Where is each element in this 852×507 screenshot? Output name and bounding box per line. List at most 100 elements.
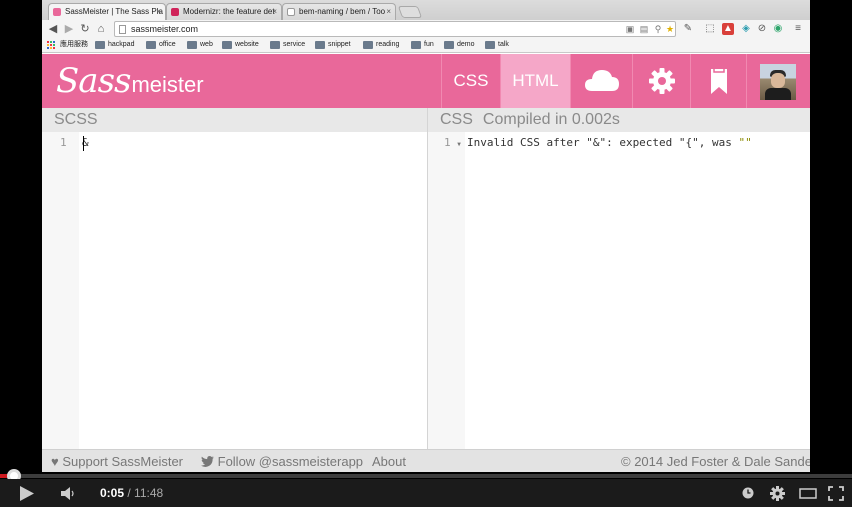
bookmark-folder[interactable]: reading — [363, 40, 399, 50]
extension-teal-icon[interactable]: ◈ — [740, 23, 752, 35]
watch-later-icon[interactable] — [742, 487, 754, 499]
fullscreen-icon[interactable] — [828, 486, 844, 501]
theater-mode-icon[interactable] — [799, 488, 817, 499]
fold-arrow-icon[interactable]: ▼ — [457, 141, 461, 148]
avatar-body — [765, 88, 791, 100]
bookmarks-bar: 應用服務 hackpad office web website service … — [42, 38, 810, 53]
folder-icon — [315, 41, 325, 49]
line-number: 1 ▼ — [444, 135, 461, 153]
css-panel-title: CSS — [440, 111, 473, 128]
gear-icon[interactable] — [770, 486, 785, 501]
address-bar[interactable]: sassmeister.com ▣ ▤ ⚲ ★ — [114, 21, 676, 37]
evernote-icon[interactable]: ✎ — [682, 23, 694, 35]
bookmark-label: hackpad — [108, 41, 135, 48]
bookmark-label: web — [200, 41, 213, 48]
translate-icon[interactable]: ▣ — [625, 24, 635, 34]
forward-arrow-icon[interactable]: ▶ — [62, 22, 76, 36]
logo-script: Sass — [56, 61, 131, 101]
video-controls: 0:05 / 11:48 — [0, 479, 852, 507]
css-output-button[interactable]: CSS — [441, 54, 500, 108]
tab-title: Modernizr: the feature det — [183, 7, 275, 16]
home-icon[interactable]: ⌂ — [94, 22, 108, 36]
avatar-face — [771, 73, 785, 88]
bookmark-folder[interactable]: hackpad — [95, 40, 134, 50]
folder-icon — [485, 41, 495, 49]
bookmark-label: demo — [457, 41, 475, 48]
folder-icon — [222, 41, 232, 49]
scss-panel-title: SCSS — [42, 108, 427, 132]
bookmark-folder[interactable]: fun — [411, 40, 434, 50]
compile-time: Compiled in 0.002s — [482, 111, 620, 128]
folder-icon — [187, 41, 197, 49]
play-icon[interactable] — [20, 486, 34, 501]
gear-icon — [648, 68, 675, 94]
bookmark-folder[interactable]: office — [146, 40, 176, 50]
video-progress-bar[interactable] — [0, 469, 852, 483]
scss-panel: SCSS 1 & — [42, 108, 427, 449]
cloud-icon — [584, 70, 619, 91]
folder-icon — [146, 41, 156, 49]
bookmark-folder[interactable]: talk — [485, 40, 509, 50]
close-icon[interactable]: × — [272, 4, 277, 19]
close-icon[interactable]: × — [386, 4, 391, 19]
extension-red-icon[interactable]: ▲ — [722, 23, 734, 35]
new-tab-button[interactable] — [397, 6, 423, 18]
css-panel-header: CSS Compiled in 0.002s — [428, 108, 810, 132]
bookmark-apps[interactable]: 應用服務 — [47, 40, 88, 50]
tab-title: bem-naming / bem / Too — [299, 7, 386, 16]
bookmark-folder[interactable]: service — [270, 40, 305, 50]
bookmark-label: reading — [376, 41, 400, 48]
volume-icon[interactable] — [61, 487, 75, 500]
app-header: Sassmeister CSS HTML — [42, 54, 810, 108]
bookmark-label: 應用服務 — [60, 41, 88, 48]
cloud-button[interactable] — [570, 54, 632, 108]
url-text: sassmeister.com — [131, 24, 199, 34]
error-message: Invalid CSS after "&": expected "{", was — [467, 136, 739, 149]
menu-icon[interactable]: ≡ — [792, 23, 804, 35]
bookmark-star-icon[interactable]: ★ — [665, 24, 675, 34]
tab-bar: SassMeister | The Sass Pla × Modernizr: … — [42, 0, 810, 20]
bookmark-folder[interactable]: web — [187, 40, 213, 50]
follow-label: Follow @sassmeisterapp — [217, 454, 364, 469]
about-link[interactable]: About — [372, 450, 406, 472]
folder-icon — [363, 41, 373, 49]
time-display: 0:05 / 11:48 — [100, 485, 163, 501]
support-label: Support SassMeister — [62, 454, 184, 469]
bookmark-folder[interactable]: website — [222, 40, 259, 50]
settings-button[interactable] — [632, 54, 690, 108]
back-arrow-icon[interactable]: ◀ — [46, 22, 60, 36]
html-output-button[interactable]: HTML — [500, 54, 570, 108]
folder-icon — [270, 41, 280, 49]
bookmark-folder[interactable]: snippet — [315, 40, 351, 50]
bookmark-label: talk — [498, 41, 509, 48]
tab-bem-naming[interactable]: bem-naming / bem / Too × — [282, 3, 396, 20]
zoom-icon[interactable]: ⚲ — [653, 24, 663, 34]
error-string: "" — [738, 136, 752, 149]
reader-icon[interactable]: ▤ — [639, 24, 649, 34]
bookmark-label: snippet — [328, 41, 351, 48]
reload-icon[interactable]: ↻ — [78, 22, 92, 36]
sassmeister-logo[interactable]: Sassmeister — [56, 58, 204, 104]
tab-sassmeister[interactable]: SassMeister | The Sass Pla × — [48, 3, 166, 20]
bookmark-label: service — [283, 41, 306, 48]
avatar[interactable] — [760, 64, 796, 100]
twitter-link[interactable]: Follow @sassmeisterapp — [201, 450, 363, 472]
extension-green-icon[interactable]: ◉ — [772, 23, 784, 35]
app-footer: ♥ Support SassMeister Follow @sassmeiste… — [42, 449, 810, 472]
css-output[interactable]: Invalid CSS after "&": expected "{", was… — [467, 135, 752, 151]
line-gutter — [428, 132, 465, 449]
gists-button[interactable] — [690, 54, 746, 108]
bookmark-label: office — [159, 41, 176, 48]
text-cursor — [83, 136, 84, 151]
ghostery-icon[interactable]: ⊘ — [756, 23, 768, 35]
browser-window: SassMeister | The Sass Pla × Modernizr: … — [42, 0, 810, 472]
support-link[interactable]: ♥ Support SassMeister — [51, 450, 183, 472]
line-number: 1 — [60, 136, 67, 149]
browser-toolbar: ◀ ▶ ↻ ⌂ sassmeister.com ▣ ▤ ⚲ ★ ✎ ⬚ ▲ ◈ … — [42, 20, 810, 38]
page-favicon-icon — [287, 8, 295, 16]
close-icon[interactable]: × — [156, 4, 161, 19]
tab-modernizr[interactable]: Modernizr: the feature det × — [166, 3, 282, 20]
screenshot-icon[interactable]: ⬚ — [704, 23, 716, 35]
bookmark-folder[interactable]: demo — [444, 40, 475, 50]
editor-panels: SCSS 1 & CSS Compiled in 0.002s 1 ▼ Inval… — [42, 108, 810, 449]
